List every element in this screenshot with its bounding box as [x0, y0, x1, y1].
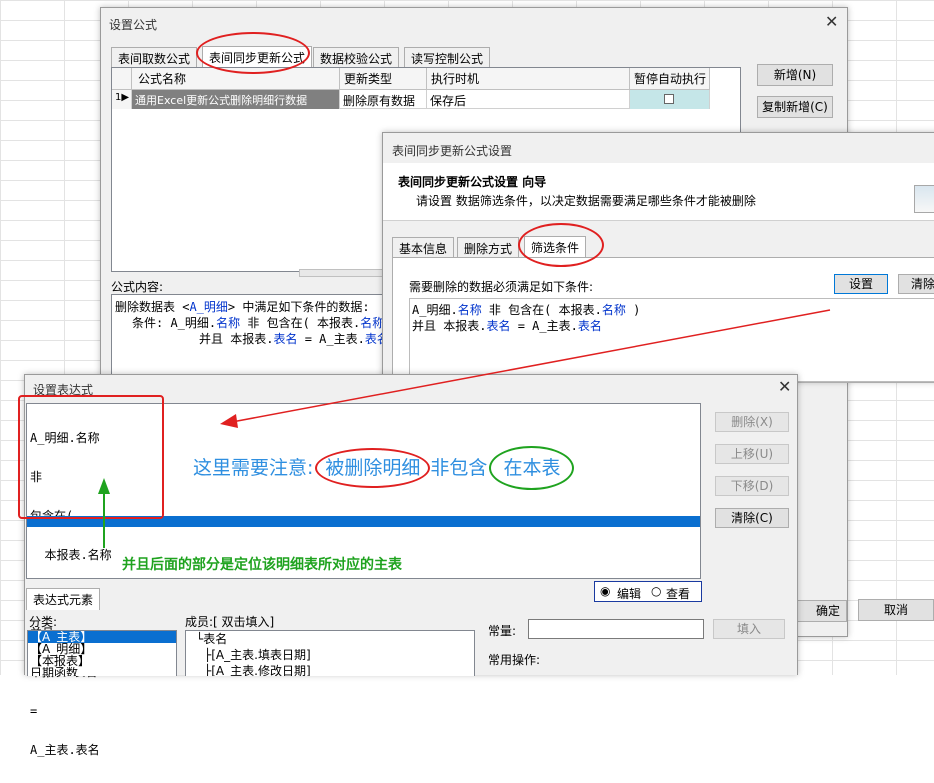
red-arrow-line [231, 309, 831, 423]
green-arrowhead [98, 478, 110, 494]
expr-line[interactable]: A_主表.表名 [30, 744, 112, 757]
expr-line[interactable]: = [30, 705, 112, 718]
annotation-arrows [98, 309, 831, 548]
red-arrowhead [220, 414, 238, 428]
